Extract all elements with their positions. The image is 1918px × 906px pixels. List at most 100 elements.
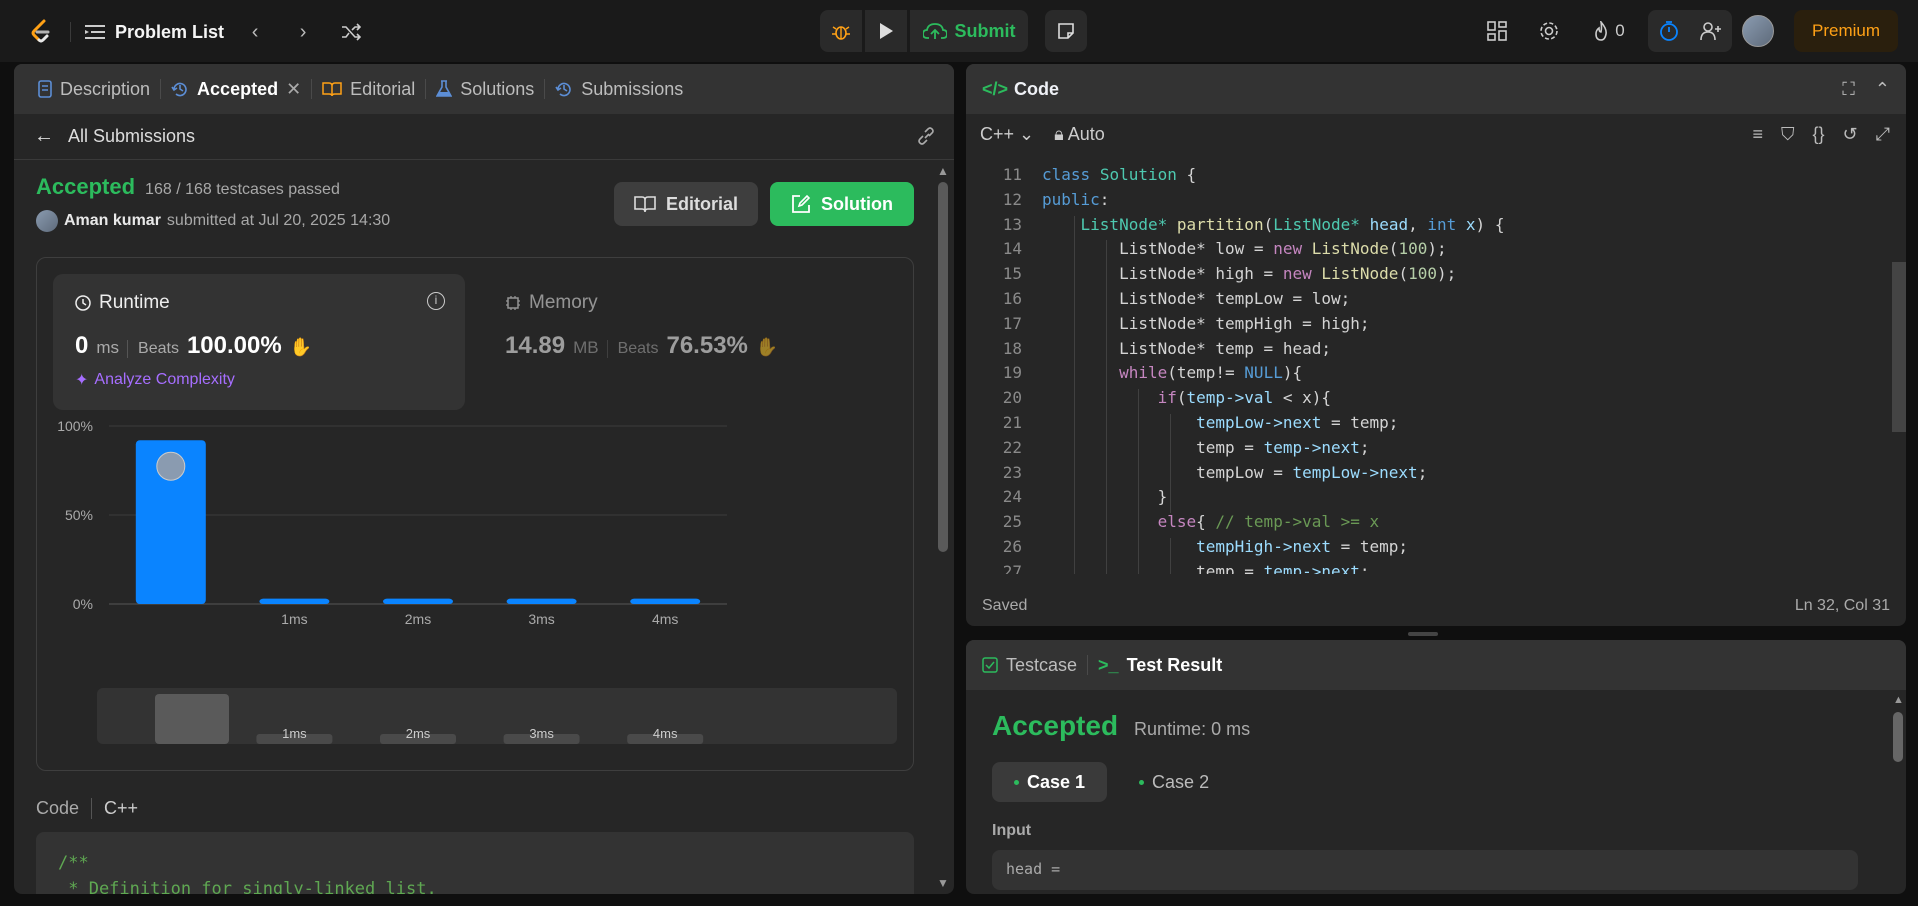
scroll-up-icon[interactable]: ▲ [937, 164, 949, 178]
user-avatar-marker [156, 451, 186, 481]
code-line[interactable]: else{ // temp->val >= x [1042, 510, 1380, 535]
code-line[interactable]: tempHigh->next = temp; [1042, 535, 1408, 560]
maximize-icon[interactable]: ⛶ [1842, 79, 1855, 100]
tab-submissions[interactable]: Submissions [545, 64, 693, 114]
y-tick-label: 50% [65, 507, 93, 523]
code-line[interactable]: if(temp->val < x){ [1042, 386, 1331, 411]
tab-solutions[interactable]: Solutions [426, 64, 544, 114]
username[interactable]: Aman kumar [64, 212, 161, 230]
tab-label: Description [60, 78, 151, 99]
chart-bar[interactable] [259, 598, 330, 604]
streak-count: 0 [1615, 21, 1625, 40]
braces-icon[interactable]: {} [1812, 124, 1824, 145]
code-line[interactable]: ListNode* high = new ListNode(100); [1042, 262, 1456, 287]
next-problem-button[interactable]: › [286, 15, 320, 49]
line-number: 26 [1002, 537, 1022, 556]
code-brackets-icon: </> [982, 78, 1009, 99]
y-tick-label: 0% [73, 596, 93, 612]
random-problem-button[interactable] [334, 15, 368, 49]
user-avatar-small[interactable] [36, 210, 58, 232]
reset-icon[interactable]: ↺ [1843, 124, 1858, 145]
clock-icon [75, 295, 91, 311]
solution-button[interactable]: Solution [770, 182, 914, 226]
layout-button[interactable] [1476, 10, 1518, 52]
memory-card[interactable]: Memory 14.89 MB Beats 76.53% ✋ [483, 274, 895, 410]
editorial-button[interactable]: Editorial [614, 182, 758, 226]
run-button[interactable] [865, 10, 907, 52]
chart-bar[interactable] [383, 598, 453, 604]
prev-problem-button[interactable]: ‹ [238, 15, 272, 49]
panel-resize-handle[interactable] [1408, 632, 1438, 636]
case-1-tab[interactable]: Case 1 [992, 762, 1108, 802]
result-scrollbar[interactable]: ▲ [1890, 690, 1906, 894]
collapse-icon[interactable]: ⌃ [1875, 79, 1890, 100]
result-body: Accepted Runtime: 0 ms Case 1 Case 2 Inp… [966, 690, 1906, 894]
scroll-up-icon[interactable]: ▲ [1893, 694, 1904, 706]
leetcode-logo-icon[interactable] [26, 17, 56, 47]
code-line[interactable]: tempLow = tempLow->next; [1042, 461, 1427, 486]
link-icon[interactable] [916, 127, 938, 147]
streak-counter[interactable]: 0 [1580, 21, 1638, 41]
code-line[interactable]: temp = temp->next; [1042, 560, 1369, 574]
code-line[interactable]: } [1042, 485, 1168, 510]
submit-button[interactable]: Submit [910, 10, 1028, 52]
code-line[interactable]: while(temp!= NULL){ [1042, 361, 1302, 386]
code-editor[interactable]: 11 class Solution {12 public: 13 ListNode* … [966, 162, 1906, 574]
code-line[interactable]: ListNode* low = new ListNode(100); [1042, 237, 1447, 262]
tab-description[interactable]: Description [28, 64, 160, 114]
input-value[interactable]: head = [992, 850, 1858, 890]
cloud-upload-icon [922, 23, 947, 39]
scroll-down-icon[interactable]: ▼ [937, 876, 949, 890]
language-select[interactable]: C++ ⌄ [980, 124, 1034, 145]
indent-guide [1074, 215, 1075, 574]
all-submissions-link[interactable]: All Submissions [68, 126, 195, 147]
chart-bar[interactable] [630, 598, 701, 604]
problem-list-button[interactable]: Problem List [85, 22, 224, 43]
scroll-thumb[interactable] [1892, 262, 1906, 432]
line-number: 13 [1002, 214, 1022, 234]
note-icon [1058, 23, 1074, 39]
tab-accepted[interactable]: Accepted ✕ [161, 64, 311, 114]
case-2-tab[interactable]: Case 2 [1117, 762, 1231, 802]
code-line[interactable]: ListNode* temp = head; [1042, 337, 1331, 362]
scroll-thumb[interactable] [1893, 712, 1903, 762]
close-icon[interactable]: ✕ [286, 79, 301, 100]
tab-editorial[interactable]: Editorial [312, 64, 425, 114]
line-number: 24 [1002, 487, 1022, 507]
notes-button[interactable] [1045, 10, 1087, 52]
debug-button[interactable] [820, 10, 862, 52]
analyze-complexity-link[interactable]: ✦ Analyze Complexity [75, 370, 443, 390]
tab-testcase[interactable]: Testcase [972, 640, 1087, 690]
saved-status: Saved [982, 597, 1028, 614]
editor-scrollbar[interactable] [1890, 162, 1906, 574]
tab-test-result[interactable]: >_ Test Result [1088, 640, 1232, 690]
scroll-thumb[interactable] [938, 182, 948, 552]
case-label: Case 1 [1027, 771, 1086, 792]
user-avatar[interactable] [1741, 15, 1774, 47]
runtime-card[interactable]: Runtime i 0 ms Beats 100.00% ✋ ✦ Analyze… [53, 274, 465, 410]
code-line[interactable]: ListNode* partition(ListNode* head, int … [1042, 213, 1505, 238]
submitted-code[interactable]: /** * Definition for singly-linked list. [36, 832, 914, 894]
arrow-left-icon[interactable]: ← [34, 125, 54, 148]
code-line[interactable]: class Solution { [1042, 163, 1196, 188]
bookmark-icon[interactable]: ⛉ [1781, 124, 1795, 145]
settings-button[interactable] [1528, 10, 1570, 52]
invite-button[interactable] [1690, 10, 1732, 52]
code-line[interactable]: ListNode* tempLow = low; [1042, 287, 1350, 312]
code-line[interactable]: tempLow->next = temp; [1042, 411, 1398, 436]
line-number: 17 [1002, 313, 1022, 333]
expand-icon[interactable]: ⤢ [1876, 124, 1890, 145]
code-line[interactable]: temp = temp->next; [1042, 436, 1369, 461]
info-icon[interactable]: i [427, 292, 445, 310]
premium-button[interactable]: Premium [1793, 10, 1898, 52]
format-icon[interactable]: ≡ [1752, 124, 1763, 145]
chart-bar[interactable] [506, 598, 577, 604]
code-line[interactable]: ListNode* tempHigh = high; [1042, 312, 1369, 337]
auto-mode[interactable]: 🔒︎ Auto [1054, 124, 1105, 145]
chevron-left-icon: ‹ [251, 20, 259, 43]
timer-button[interactable] [1648, 10, 1690, 52]
runtime-distribution-chart[interactable]: 100% 50% 0% 1ms 2ms 3ms 4ms 1ms 2ms 3ms 4ms [37, 418, 913, 770]
code-line[interactable]: public: [1042, 188, 1109, 213]
history-icon [555, 82, 572, 97]
left-scrollbar[interactable]: ▲ ▼ [932, 162, 954, 894]
